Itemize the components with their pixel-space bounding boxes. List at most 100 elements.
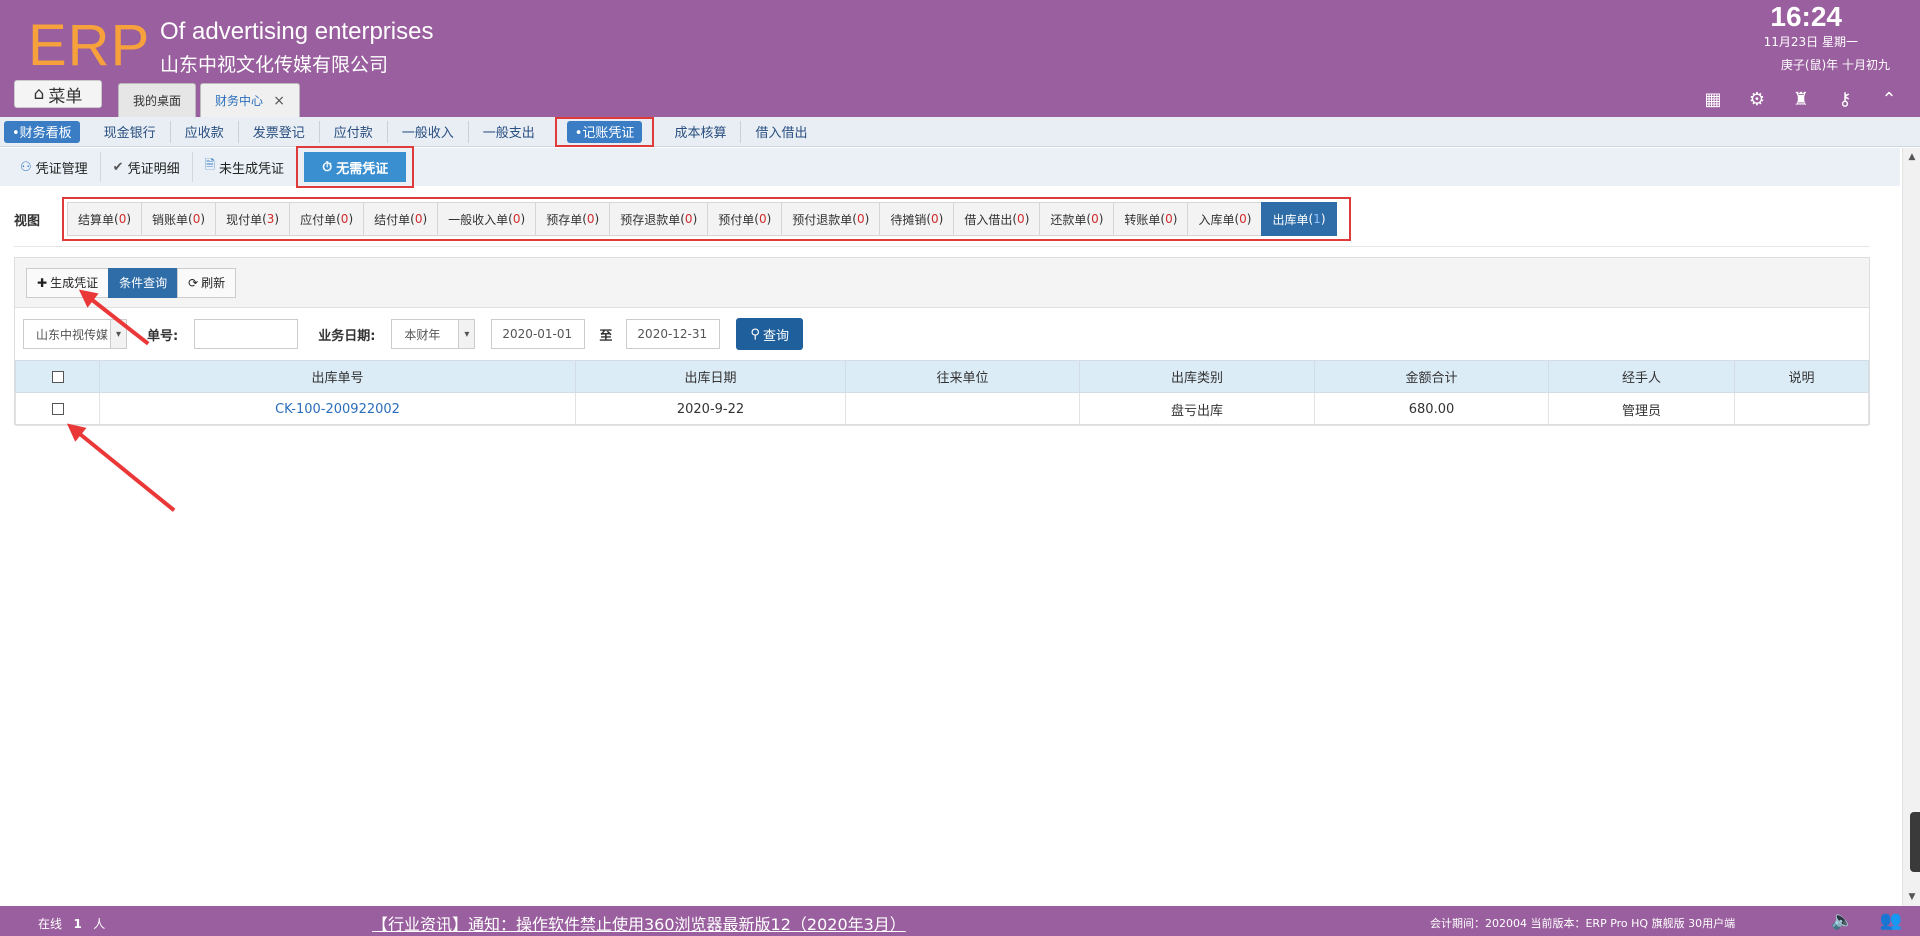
column-header[interactable]: 说明 xyxy=(1734,360,1869,393)
module-voucher[interactable]: •记账凭证 xyxy=(566,120,643,143)
view-tab-count: 0 xyxy=(684,212,693,226)
account-info: 会计期间：202004 当前版本：ERP Pro HQ 旗舰版 30用户端 xyxy=(1430,917,1736,930)
view-tab-general-income[interactable]: 一般收入单(0) xyxy=(437,202,537,236)
module-invoice-register[interactable]: 发票登记 xyxy=(239,120,320,143)
button-label: 查询 xyxy=(762,328,789,344)
view-tab-count: 0 xyxy=(512,212,521,226)
module-cost-accounting[interactable]: 成本核算 xyxy=(660,120,742,143)
view-tab-cash-payment[interactable]: 现付单(3) xyxy=(215,202,291,236)
scroll-down-icon[interactable]: ▼ xyxy=(1903,888,1920,906)
divider xyxy=(14,246,1870,247)
view-tab-count: 0 xyxy=(1239,212,1247,226)
subtab-voucher-detail[interactable]: ✔ 凭证明细 xyxy=(101,152,193,182)
side-handle[interactable] xyxy=(1910,812,1920,872)
view-tab-borrow-lend[interactable]: 借入借出(0) xyxy=(953,202,1041,236)
column-header[interactable]: 出库类别 xyxy=(1079,360,1315,393)
order-no-link[interactable]: CK-100-200922002 xyxy=(275,402,400,417)
company-name: 山东中视文化传媒有限公司 xyxy=(160,54,389,76)
users-icon[interactable]: 👥 xyxy=(1880,910,1902,931)
chevron-down-icon: ▾ xyxy=(458,320,475,348)
scroll-up-icon[interactable]: ▲ xyxy=(1903,148,1920,166)
tab-finance-center[interactable]: 财务中心 × xyxy=(200,83,300,117)
subtab-label: 未生成凭证 xyxy=(219,161,285,177)
module-general-expense[interactable]: 一般支出 xyxy=(469,121,549,143)
view-tab-label: 还款单 xyxy=(1050,212,1087,227)
subtab-not-generated[interactable]: 🗎 未生成凭证 xyxy=(193,152,296,182)
select-value: 本财年 xyxy=(404,327,441,342)
online-label: 在线 xyxy=(38,917,63,931)
view-tab-stock-in[interactable]: 入库单(0) xyxy=(1187,202,1263,236)
view-tab-prepayment[interactable]: 预付单(0) xyxy=(707,202,783,236)
view-tab-count: 0 xyxy=(1165,212,1173,226)
subtab-voucher-management[interactable]: ⚇ 凭证管理 xyxy=(8,152,101,182)
view-tab-settle-payment[interactable]: 结付单(0) xyxy=(363,202,439,236)
view-tab-transfer[interactable]: 转账单(0) xyxy=(1113,202,1189,236)
view-tab-payable[interactable]: 应付单(0) xyxy=(289,202,365,236)
home-icon: ⌂ xyxy=(33,84,45,104)
vertical-scrollbar[interactable]: ▲ ▼ xyxy=(1902,148,1920,906)
view-tab-label: 结算单 xyxy=(78,212,115,227)
company-select[interactable]: 山东中视传媒 ▾ xyxy=(23,319,127,349)
view-tab-settlement[interactable]: 结算单(0) xyxy=(67,202,143,236)
module-general-income[interactable]: 一般收入 xyxy=(388,120,469,143)
module-borrow-lend[interactable]: 借入借出 xyxy=(741,121,821,143)
collapse-icon[interactable]: ⌃ xyxy=(1876,86,1902,112)
subtab-no-voucher[interactable]: ⏱ 无需凭证 xyxy=(304,152,407,182)
view-tab-label: 销账单 xyxy=(152,212,189,227)
column-header[interactable]: 往来单位 xyxy=(845,360,1080,393)
button-label: 刷新 xyxy=(201,276,226,290)
module-finance-dashboard[interactable]: •财务看板 xyxy=(4,120,80,143)
view-tab-stock-out[interactable]: 出库单(1) xyxy=(1261,202,1337,236)
toolbar: ✚ 生成凭证 条件查询 ⟳ 刷新 xyxy=(15,258,1869,308)
column-header[interactable]: 出库日期 xyxy=(575,360,846,393)
date-to-input[interactable]: 2020-12-31 xyxy=(626,319,721,349)
business-date-label: 业务日期: xyxy=(318,328,376,344)
tagline: Of advertising enterprises xyxy=(160,18,434,45)
speaker-icon[interactable]: 🔈 xyxy=(1831,910,1853,931)
column-header[interactable]: 金额合计 xyxy=(1314,360,1549,393)
view-tab-label: 预存退款单 xyxy=(620,212,681,227)
view-tabs: 结算单(0) 销账单(0) 现付单(3) 应付单(0) 结付单(0) 一般收入单… xyxy=(62,197,1351,241)
gear-icon[interactable]: ⚙ xyxy=(1744,86,1770,112)
table-cell: CK-100-200922002 xyxy=(99,392,576,426)
select-all-checkbox[interactable] xyxy=(51,370,64,383)
view-tab-label: 预付单 xyxy=(718,212,755,227)
module-cash-bank[interactable]: 现金银行 xyxy=(90,120,171,143)
view-tab-count: 0 xyxy=(758,212,767,226)
filter-bar: 山东中视传媒 ▾ 单号: 业务日期: 本财年 ▾ 2020-01-01 至 20… xyxy=(15,308,1869,360)
results-panel: ✚ 生成凭证 条件查询 ⟳ 刷新 山东中视传媒 ▾ 单号: 业务日期: 本财年 … xyxy=(14,257,1870,426)
view-tab-prepayment-refund[interactable]: 预付退款单(0) xyxy=(781,202,881,236)
app-header: ERP Of advertising enterprises 山东中视文化传媒有… xyxy=(0,0,1920,117)
key-icon[interactable]: ⚷ xyxy=(1832,86,1858,112)
refresh-button[interactable]: ⟳ 刷新 xyxy=(177,267,237,298)
annotation-arrow xyxy=(68,424,176,512)
view-label: 视图 xyxy=(14,214,41,229)
subtab-label: 凭证管理 xyxy=(35,161,88,177)
view-tab-prestore-refund[interactable]: 预存退款单(0) xyxy=(609,202,709,236)
main-menu-button[interactable]: ⌂ 菜单 xyxy=(14,80,102,108)
row-checkbox[interactable] xyxy=(51,403,64,415)
shirt-icon[interactable]: ♜ xyxy=(1788,86,1814,112)
module-payables[interactable]: 应付款 xyxy=(320,120,388,143)
stock-out-table: 出库单号 出库日期 往来单位 出库类别 金额合计 经手人 说明 CK-100-2… xyxy=(15,360,1869,426)
view-tab-amortization[interactable]: 待摊销(0) xyxy=(879,202,955,236)
condition-query-button[interactable]: 条件查询 xyxy=(108,267,179,298)
tab-my-desktop[interactable]: 我的桌面 xyxy=(118,83,196,117)
grid-icon[interactable]: ▦ xyxy=(1700,86,1726,112)
view-tab-prestore[interactable]: 预存单(0) xyxy=(535,202,611,236)
refresh-icon: ⟳ xyxy=(188,275,199,290)
table-row[interactable]: CK-100-200922002 2020-9-22 盘亏出库 680.00 管… xyxy=(15,392,1869,426)
table-cell: 2020-9-22 xyxy=(575,392,846,426)
news-ticker-link[interactable]: 【行业资讯】通知：操作软件禁止使用360浏览器最新版12（2020年3月） xyxy=(372,911,906,935)
stopwatch-icon: ⏱ xyxy=(322,159,333,175)
column-header[interactable]: 经手人 xyxy=(1548,360,1735,393)
view-tab-writeoff[interactable]: 销账单(0) xyxy=(141,202,217,236)
view-tab-repayment[interactable]: 还款单(0) xyxy=(1039,202,1115,236)
order-no-input[interactable] xyxy=(194,319,299,349)
column-header[interactable]: 出库单号 xyxy=(99,360,576,393)
search-button[interactable]: ⚲ 查询 xyxy=(736,318,803,350)
module-receivables[interactable]: 应收款 xyxy=(171,120,239,143)
date-from-input[interactable]: 2020-01-01 xyxy=(491,319,586,349)
period-select[interactable]: 本财年 ▾ xyxy=(391,319,476,349)
close-icon[interactable]: × xyxy=(273,93,285,109)
